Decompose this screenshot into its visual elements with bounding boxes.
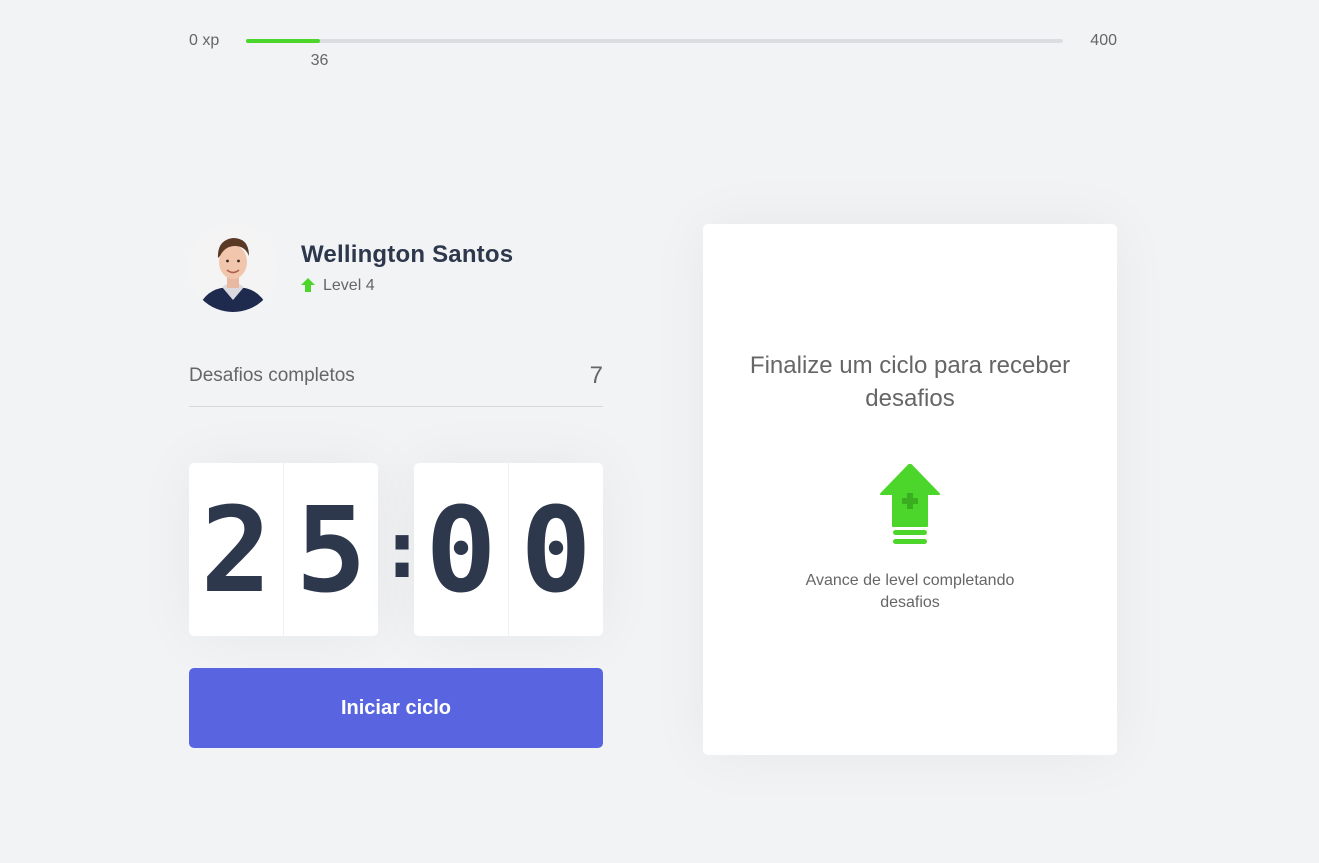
xp-track (246, 39, 1063, 43)
start-cycle-button[interactable]: Iniciar ciclo (189, 668, 603, 748)
challenge-box-title: Finalize um ciclo para receber desafios (749, 351, 1071, 413)
avatar-photo (189, 224, 277, 312)
profile-level-label: Level 4 (323, 277, 375, 294)
avatar (189, 224, 277, 312)
completed-challenges: Desafios completos 7 (189, 362, 603, 407)
countdown-seconds: 0 0 (414, 463, 603, 636)
challenge-box: Finalize um ciclo para receber desafios … (703, 224, 1117, 755)
completed-challenges-count: 7 (589, 362, 603, 389)
countdown-timer: 2 5 : 0 0 (189, 463, 603, 636)
profile: Wellington Santos Level 4 (189, 224, 603, 312)
xp-current-label: 36 (310, 52, 329, 69)
countdown-digit: 2 (200, 480, 272, 619)
level-up-arrow-icon (301, 278, 315, 292)
countdown-digit: 0 (508, 463, 603, 636)
level-up-icon (880, 463, 940, 544)
countdown-separator: : (378, 502, 427, 596)
left-column: Wellington Santos Level 4 Desafios compl… (189, 224, 603, 748)
challenge-box-hint: Avance de level completando desafios (805, 571, 1015, 612)
completed-challenges-label: Desafios completos (189, 365, 355, 386)
xp-progress-fill (246, 39, 320, 43)
profile-level: Level 4 (301, 277, 513, 295)
profile-name: Wellington Santos (301, 241, 514, 268)
countdown-digit: 0 (425, 480, 497, 619)
countdown-minutes: 2 5 (189, 463, 378, 636)
countdown-digit: 5 (283, 463, 378, 636)
xp-max-label: 400 (1090, 32, 1117, 49)
profile-info: Wellington Santos Level 4 (301, 241, 513, 295)
experience-bar: 0 xp 36 400 (189, 28, 1117, 72)
xp-min-label: 0 xp (189, 32, 220, 49)
